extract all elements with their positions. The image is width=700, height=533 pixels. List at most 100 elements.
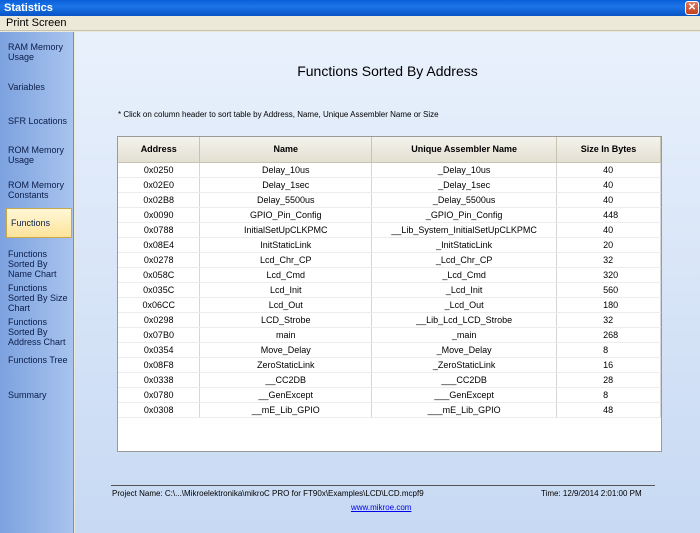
cell-unique-assembler-name: _Delay_1sec	[371, 177, 558, 193]
sidebar-item-functions[interactable]: Functions	[6, 208, 72, 238]
cell-unique-assembler-name: _Lcd_Init	[371, 282, 558, 298]
table-row[interactable]: 0x08E4 InitStaticLink _InitStaticLink 20	[118, 237, 661, 253]
table-row[interactable]: 0x0090 GPIO_Pin_Config _GPIO_Pin_Config 448	[118, 207, 661, 223]
cell-name: __GenExcept	[199, 387, 373, 403]
table-row[interactable]: 0x0780 __GenExcept ___GenExcept 8	[118, 387, 661, 403]
cell-unique-assembler-name: _main	[371, 327, 558, 343]
cell-size: 40	[556, 222, 661, 238]
table-row[interactable]: 0x02E0 Delay_1sec _Delay_1sec 40	[118, 177, 661, 193]
table-row[interactable]: 0x02B8 Delay_5500us _Delay_5500us 40	[118, 192, 661, 208]
cell-address: 0x02E0	[118, 177, 201, 193]
cell-address: 0x0090	[118, 207, 201, 223]
column-header-size[interactable]: Size In Bytes	[556, 137, 661, 163]
sidebar-item-summary[interactable]: Summary	[4, 390, 72, 400]
column-header-name[interactable]: Name	[199, 137, 373, 163]
table-row[interactable]: 0x0308 __mE_Lib_GPIO ___mE_Lib_GPIO 48	[118, 402, 661, 418]
cell-name: Delay_5500us	[199, 192, 373, 208]
cell-size: 32	[556, 252, 661, 268]
cell-name: Lcd_Chr_CP	[199, 252, 373, 268]
cell-unique-assembler-name: _InitStaticLink	[371, 237, 558, 253]
cell-size: 32	[556, 312, 661, 328]
cell-address: 0x08E4	[118, 237, 201, 253]
table-row[interactable]: 0x06CC Lcd_Out _Lcd_Out 180	[118, 297, 661, 313]
cell-unique-assembler-name: _Move_Delay	[371, 342, 558, 358]
cell-size: 28	[556, 372, 661, 388]
column-header-unique-assembler-name[interactable]: Unique Assembler Name	[371, 137, 558, 163]
cell-address: 0x0354	[118, 342, 201, 358]
cell-unique-assembler-name: _Lcd_Cmd	[371, 267, 558, 283]
sidebar-item-rom-memory-usage[interactable]: ROM Memory Usage	[4, 145, 72, 165]
sidebar-item-functions-by-size-chart[interactable]: Functions Sorted By Size Chart	[4, 283, 72, 313]
cell-name: InitStaticLink	[199, 237, 373, 253]
cell-unique-assembler-name: _ZeroStaticLink	[371, 357, 558, 373]
cell-address: 0x0298	[118, 312, 201, 328]
cell-size: 40	[556, 192, 661, 208]
table-row[interactable]: 0x0338 __CC2DB ___CC2DB 28	[118, 372, 661, 388]
cell-name: GPIO_Pin_Config	[199, 207, 373, 223]
cell-address: 0x0278	[118, 252, 201, 268]
sidebar-item-functions-by-address-chart[interactable]: Functions Sorted By Address Chart	[4, 317, 72, 347]
cell-unique-assembler-name: ___mE_Lib_GPIO	[371, 402, 558, 418]
website-link[interactable]: www.mikroe.com	[351, 503, 411, 512]
cell-name: Lcd_Init	[199, 282, 373, 298]
cell-unique-assembler-name: __Lib_Lcd_LCD_Strobe	[371, 312, 558, 328]
cell-name: Lcd_Cmd	[199, 267, 373, 283]
functions-table: Address Name Unique Assembler Name Size …	[117, 136, 662, 452]
table-row[interactable]: 0x0298 LCD_Strobe __Lib_Lcd_LCD_Strobe 32	[118, 312, 661, 328]
cell-address: 0x0338	[118, 372, 201, 388]
sidebar-item-variables[interactable]: Variables	[4, 82, 72, 92]
cell-unique-assembler-name: _GPIO_Pin_Config	[371, 207, 558, 223]
cell-size: 560	[556, 282, 661, 298]
table-row[interactable]: 0x058C Lcd_Cmd _Lcd_Cmd 320	[118, 267, 661, 283]
cell-size: 8	[556, 387, 661, 403]
cell-name: LCD_Strobe	[199, 312, 373, 328]
cell-unique-assembler-name: _Lcd_Chr_CP	[371, 252, 558, 268]
table-row[interactable]: 0x035C Lcd_Init _Lcd_Init 560	[118, 282, 661, 298]
cell-unique-assembler-name: _Delay_10us	[371, 162, 558, 178]
cell-size: 268	[556, 327, 661, 343]
cell-address: 0x058C	[118, 267, 201, 283]
cell-address: 0x07B0	[118, 327, 201, 343]
sidebar-item-ram-memory-usage[interactable]: RAM Memory Usage	[4, 42, 72, 62]
table-row[interactable]: 0x07B0 main _main 268	[118, 327, 661, 343]
sidebar-item-sfr-locations[interactable]: SFR Locations	[4, 116, 72, 126]
table-row[interactable]: 0x08F8 ZeroStaticLink _ZeroStaticLink 16	[118, 357, 661, 373]
column-header-address[interactable]: Address	[118, 137, 201, 163]
cell-name: Delay_10us	[199, 162, 373, 178]
cell-size: 40	[556, 177, 661, 193]
cell-address: 0x06CC	[118, 297, 201, 313]
close-icon[interactable]: ✕	[685, 1, 699, 15]
cell-size: 448	[556, 207, 661, 223]
cell-name: Delay_1sec	[199, 177, 373, 193]
cell-size: 16	[556, 357, 661, 373]
page-title: Functions Sorted By Address	[297, 63, 478, 79]
sidebar-item-functions-tree[interactable]: Functions Tree	[4, 355, 72, 365]
cell-address: 0x0788	[118, 222, 201, 238]
cell-name: __CC2DB	[199, 372, 373, 388]
sidebar-item-rom-memory-constants[interactable]: ROM Memory Constants	[4, 180, 72, 200]
sidebar-item-functions-by-name-chart[interactable]: Functions Sorted By Name Chart	[4, 249, 72, 279]
cell-address: 0x0250	[118, 162, 201, 178]
table-row[interactable]: 0x0354 Move_Delay _Move_Delay 8	[118, 342, 661, 358]
cell-size: 180	[556, 297, 661, 313]
cell-address: 0x0308	[118, 402, 201, 418]
main-panel: Functions Sorted By Address * Click on c…	[75, 32, 700, 533]
cell-name: main	[199, 327, 373, 343]
cell-address: 0x08F8	[118, 357, 201, 373]
table-row[interactable]: 0x0250 Delay_10us _Delay_10us 40	[118, 162, 661, 178]
cell-size: 48	[556, 402, 661, 418]
table-row[interactable]: 0x0278 Lcd_Chr_CP _Lcd_Chr_CP 32	[118, 252, 661, 268]
cell-name: Move_Delay	[199, 342, 373, 358]
timestamp: Time: 12/9/2014 2:01:00 PM	[541, 489, 642, 498]
cell-unique-assembler-name: ___GenExcept	[371, 387, 558, 403]
cell-size: 320	[556, 267, 661, 283]
table-row[interactable]: 0x0788 InitialSetUpCLKPMC __Lib_System_Ini…	[118, 222, 661, 238]
sort-hint: * Click on column header to sort table b…	[118, 110, 439, 119]
cell-size: 20	[556, 237, 661, 253]
cell-name: Lcd_Out	[199, 297, 373, 313]
menu-bar: Print Screen	[0, 16, 700, 31]
sidebar: RAM Memory Usage Variables SFR Locations…	[0, 32, 74, 533]
cell-unique-assembler-name: ___CC2DB	[371, 372, 558, 388]
title-bar: Statistics ✕	[0, 0, 700, 16]
menu-print-screen[interactable]: Print Screen	[0, 17, 73, 29]
